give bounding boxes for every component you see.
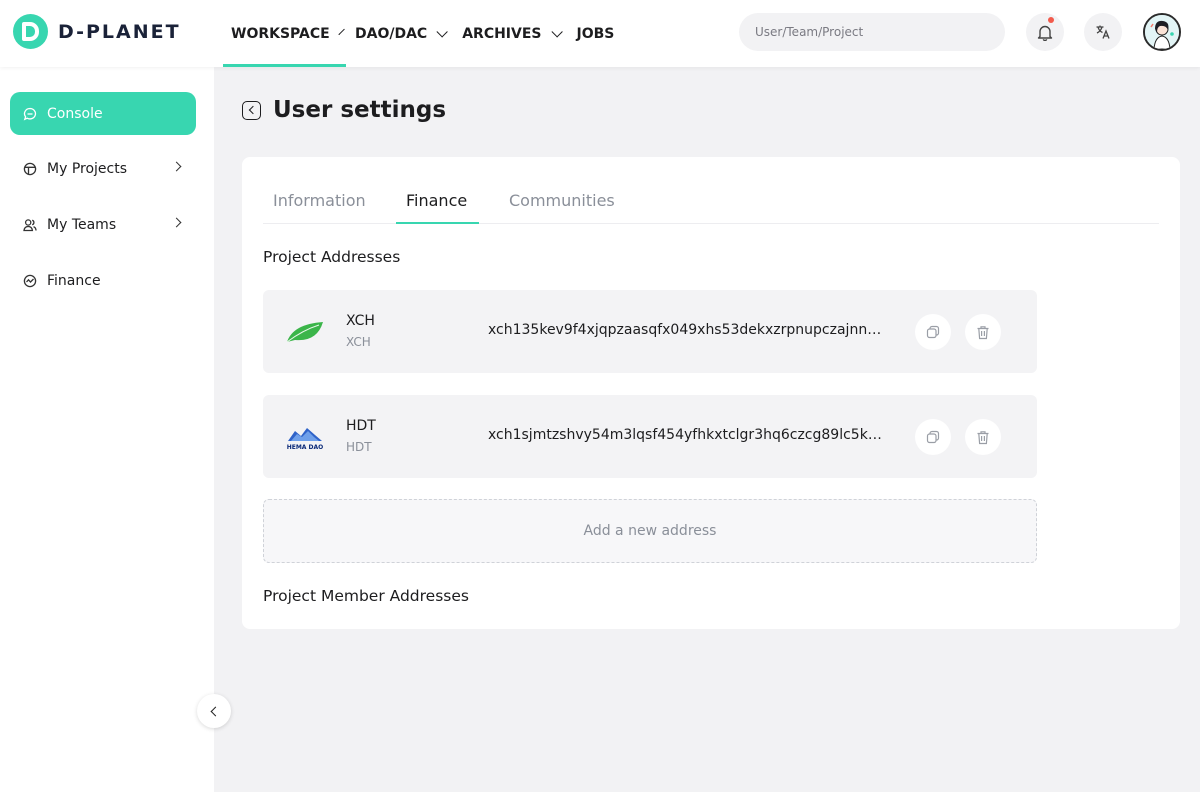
chevron-down-icon	[338, 28, 345, 35]
copy-icon	[926, 325, 940, 339]
tab-information[interactable]: Information	[273, 191, 366, 210]
brand-logo[interactable]: D-PLANET	[13, 14, 181, 49]
nav-archives[interactable]: ARCHIVES	[453, 0, 567, 67]
delete-button[interactable]	[965, 419, 1001, 455]
coin-name: XCH	[346, 313, 375, 329]
trash-icon	[977, 430, 989, 444]
sidebar-item-label: My Projects	[47, 160, 128, 177]
sidebar-item-finance[interactable]: Finance	[10, 259, 196, 302]
tab-communities[interactable]: Communities	[509, 191, 615, 210]
settings-card: Information Finance Communities Project …	[242, 157, 1180, 629]
top-header: D-PLANET WORKSPACE DAO/DAC ARCHIVES JOBS	[0, 0, 1200, 67]
sidebar-item-my-projects[interactable]: My Projects	[10, 147, 196, 190]
coin-symbol: HDT	[346, 440, 372, 454]
search-input[interactable]	[739, 13, 1005, 51]
add-address-button[interactable]: Add a new address	[263, 499, 1037, 563]
bell-icon	[1037, 25, 1053, 41]
avatar-illustration-icon	[1145, 15, 1179, 49]
notifications-button[interactable]	[1026, 13, 1064, 51]
page-title: User settings	[273, 97, 447, 123]
wallet-address: xch1sjmtzshvy54m3lqsf454yfhkxtclgr3hq6cz…	[488, 427, 883, 443]
logo-icon	[13, 14, 48, 49]
address-row: HEMA DAO HDT HDT xch1sjmtzshvy54m3lqsf45…	[263, 395, 1037, 478]
settings-tabs: Information Finance Communities	[263, 179, 1159, 224]
main-nav: WORKSPACE DAO/DAC ARCHIVES JOBS	[222, 0, 623, 67]
sidebar-item-my-teams[interactable]: My Teams	[10, 203, 196, 246]
nav-jobs-label: JOBS	[576, 25, 615, 42]
users-icon	[23, 218, 37, 232]
chevron-left-icon	[210, 706, 221, 716]
sidebar-item-label: Console	[47, 105, 103, 122]
trash-icon	[977, 325, 989, 339]
sidebar-collapse-button[interactable]	[197, 694, 231, 728]
chevron-right-icon	[171, 217, 182, 228]
brand-name: D-PLANET	[58, 20, 181, 43]
coin-symbol: XCH	[346, 335, 371, 349]
nav-dao-dac-label: DAO/DAC	[355, 25, 428, 42]
avatar[interactable]	[1143, 13, 1181, 51]
nav-workspace[interactable]: WORKSPACE	[222, 0, 346, 67]
sidebar-item-console[interactable]: Console	[10, 92, 196, 135]
back-icon[interactable]	[242, 100, 261, 120]
nav-archives-label: ARCHIVES	[462, 25, 542, 42]
project-icon	[23, 162, 37, 176]
active-tab-indicator	[396, 222, 479, 224]
translate-icon	[1096, 25, 1110, 39]
notification-dot	[1048, 17, 1054, 23]
address-row: XCH XCH xch135kev9f4xjqpzaasqfx049xhs53d…	[263, 290, 1037, 373]
sidebar-item-label: My Teams	[47, 216, 117, 233]
nav-dao-dac[interactable]: DAO/DAC	[346, 0, 453, 67]
sidebar-item-label: Finance	[47, 272, 101, 289]
chevron-down-icon	[550, 25, 563, 38]
chart-icon	[23, 274, 37, 288]
language-button[interactable]	[1084, 13, 1122, 51]
chevron-down-icon	[436, 25, 448, 38]
leaf-icon	[285, 316, 325, 348]
nav-jobs[interactable]: JOBS	[568, 0, 624, 67]
coin-name: HDT	[346, 418, 376, 434]
tab-finance[interactable]: Finance	[406, 191, 467, 210]
section-title-project-addresses: Project Addresses	[263, 248, 401, 266]
svg-text:HEMA DAO: HEMA DAO	[287, 444, 324, 451]
wallet-address: xch135kev9f4xjqpzaasqfx049xhs53dekxzrpnu…	[488, 322, 883, 338]
delete-button[interactable]	[965, 314, 1001, 350]
page-header: User settings	[242, 97, 446, 123]
copy-button[interactable]	[915, 419, 951, 455]
section-title-member-addresses: Project Member Addresses	[263, 587, 469, 605]
chevron-right-icon	[171, 161, 182, 172]
hema-dao-logo: HEMA DAO	[285, 421, 325, 453]
copy-button[interactable]	[915, 314, 951, 350]
chat-icon	[23, 107, 37, 121]
sidebar: Console My Projects My Teams Finance	[0, 67, 214, 792]
nav-workspace-label: WORKSPACE	[231, 25, 330, 42]
copy-icon	[926, 430, 940, 444]
